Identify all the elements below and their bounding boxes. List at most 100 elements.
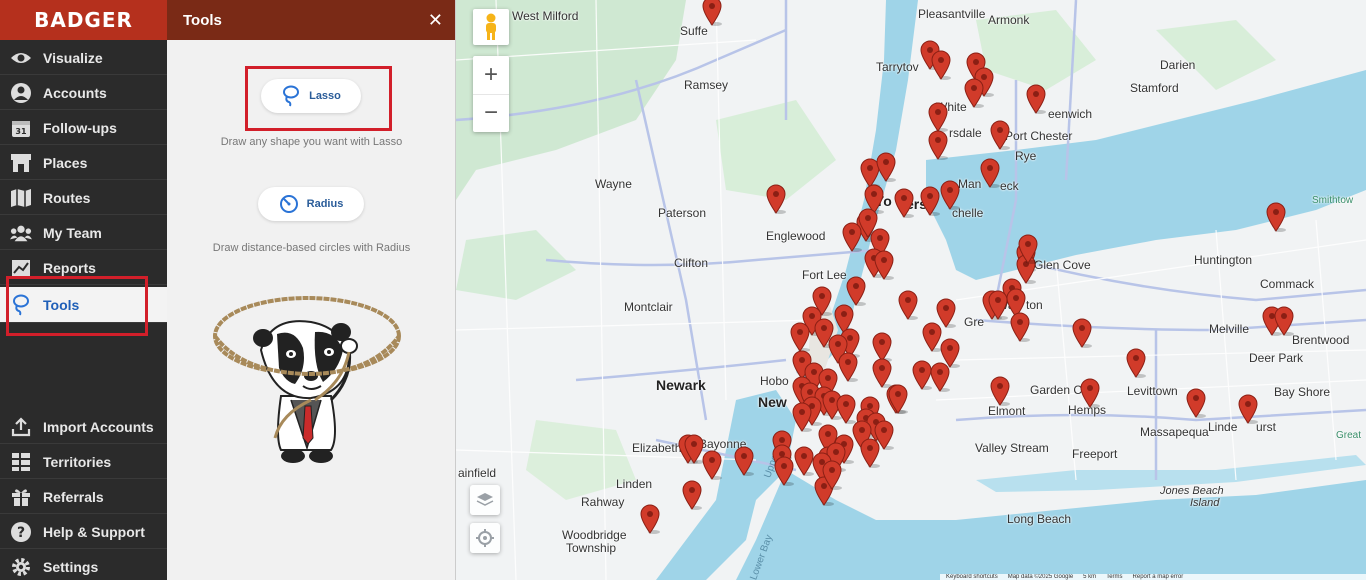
map-pin-icon[interactable] [939, 180, 961, 210]
place-label: eck [1000, 179, 1019, 193]
map-pin-icon[interactable] [989, 376, 1011, 406]
place-label: Montclair [624, 300, 673, 314]
nav-item-territories[interactable]: Territories [0, 445, 167, 479]
nav-item-label: Tools [43, 296, 80, 313]
map-pin-icon[interactable] [989, 120, 1011, 150]
map-pin-icon[interactable] [765, 184, 787, 214]
upload-icon [10, 416, 32, 438]
place-label: Long Beach [1007, 512, 1072, 526]
grid-icon [10, 451, 32, 473]
nav-item-label: Places [43, 154, 88, 171]
place-label: Deer Park [1249, 351, 1304, 365]
map-pin-icon[interactable] [893, 188, 915, 218]
nav-item-help-support[interactable]: ? Help & Support [0, 515, 167, 549]
nav-item-my-team[interactable]: My Team [0, 216, 167, 250]
locate-icon[interactable] [470, 523, 500, 553]
map-pin-icon[interactable] [701, 450, 723, 480]
nav-item-visualize[interactable]: Visualize [0, 41, 167, 75]
map-pin-icon[interactable] [963, 78, 985, 108]
map-pin-icon[interactable] [791, 402, 813, 432]
map-pin-icon[interactable] [897, 290, 919, 320]
map-pin-icon[interactable] [979, 158, 1001, 188]
zoom-out-icon[interactable]: − [473, 95, 509, 133]
layers-icon[interactable] [470, 485, 500, 515]
place-label: Tarrytov [876, 60, 919, 74]
map-pin-icon[interactable] [873, 250, 895, 280]
map-pin-icon[interactable] [887, 384, 909, 414]
zoom-in-icon[interactable]: + [473, 56, 509, 95]
chart-icon [10, 257, 32, 279]
place-label: Stamford [1130, 81, 1179, 95]
map-pin-icon[interactable] [1009, 312, 1031, 342]
nav-item-import-accounts[interactable]: Import Accounts [0, 410, 167, 444]
nav-item-referrals[interactable]: Referrals [0, 480, 167, 514]
place-label: eenwich [1048, 107, 1093, 121]
map-footer: Keyboard shortcuts Map data ©2025 Google… [940, 574, 1366, 580]
map-pin-icon[interactable] [929, 362, 951, 392]
map-pin-icon[interactable] [1185, 388, 1207, 418]
map-pin-icon[interactable] [1237, 394, 1259, 424]
nav-item-reports[interactable]: Reports [0, 251, 167, 285]
map-pin-icon[interactable] [837, 352, 859, 382]
map-pin-icon[interactable] [701, 0, 723, 26]
map-pin-icon[interactable] [919, 186, 941, 216]
map-pin-icon[interactable] [681, 480, 703, 510]
map-pin-icon[interactable] [1273, 306, 1295, 336]
place-label: Rahway [581, 495, 625, 509]
nav-item-routes[interactable]: Routes [0, 181, 167, 215]
place-label: New [758, 394, 787, 410]
lasso-description: Draw any shape you want with Lasso [220, 136, 403, 148]
keyboard-shortcuts-link[interactable]: Keyboard shortcuts [946, 574, 998, 580]
report-error-link[interactable]: Report a map error [1133, 574, 1184, 580]
place-label: Freeport [1072, 447, 1118, 461]
map-pin-icon[interactable] [927, 130, 949, 160]
place-label: Woodbridge [562, 528, 627, 542]
place-label: Melville [1209, 322, 1250, 336]
map-pin-icon[interactable] [1071, 318, 1093, 348]
place-label: ton [1026, 298, 1043, 312]
gear-icon [10, 556, 32, 578]
place-label: Paterson [658, 206, 707, 220]
place-label: Brentwood [1292, 333, 1350, 347]
nav-item-places[interactable]: Places [0, 146, 167, 180]
radius-button[interactable]: Radius [258, 187, 364, 221]
lasso-highlight-box [245, 66, 392, 131]
map-pin-icon[interactable] [1025, 84, 1047, 114]
map-icon [10, 187, 32, 209]
place-label: Elizabeth [632, 441, 682, 455]
place-label: Darien [1160, 58, 1196, 72]
map-pin-icon[interactable] [773, 456, 795, 486]
map-pin-icon[interactable] [789, 322, 811, 352]
place-label: Armonk [988, 13, 1030, 27]
map-pin-icon[interactable] [821, 460, 843, 490]
pegman-icon[interactable] [473, 9, 509, 45]
nav-item-follow-ups[interactable]: 31 Follow-ups [0, 111, 167, 145]
nav-item-settings[interactable]: Settings [0, 550, 167, 584]
map-pin-icon[interactable] [845, 276, 867, 306]
brand-logo[interactable]: BADGER [0, 0, 167, 40]
place-label: Rye [1015, 149, 1037, 163]
map-pin-icon[interactable] [930, 50, 952, 80]
calendar-icon: 31 [10, 117, 32, 139]
map-pin-icon[interactable] [733, 446, 755, 476]
nav-item-tools[interactable]: Tools [0, 287, 167, 323]
map-pin-icon[interactable] [1017, 234, 1039, 264]
terms-link[interactable]: Terms [1106, 574, 1122, 580]
team-icon [10, 222, 32, 244]
map-pin-icon[interactable] [1079, 378, 1101, 408]
map-scale[interactable]: 5 km [1083, 574, 1096, 580]
place-label: Clifton [674, 256, 709, 270]
sidebar: BADGER Visualize Accounts 31 Follow-ups … [0, 0, 167, 580]
close-icon[interactable]: ✕ [428, 10, 443, 31]
map-pin-icon[interactable] [639, 504, 661, 534]
map-pin-icon[interactable] [859, 438, 881, 468]
map-pin-icon[interactable] [875, 152, 897, 182]
map-pin-icon[interactable] [1265, 202, 1287, 232]
map-pin-icon[interactable] [1125, 348, 1147, 378]
nav-item-label: Settings [43, 559, 99, 575]
nav-item-label: Import Accounts [43, 418, 154, 435]
nav-item-label: Help & Support [43, 523, 145, 540]
map-view[interactable]: West Milford Suffe Pleasantville Armonk … [456, 0, 1366, 580]
map-pin-icon[interactable] [927, 102, 949, 132]
nav-item-accounts[interactable]: Accounts [0, 76, 167, 110]
